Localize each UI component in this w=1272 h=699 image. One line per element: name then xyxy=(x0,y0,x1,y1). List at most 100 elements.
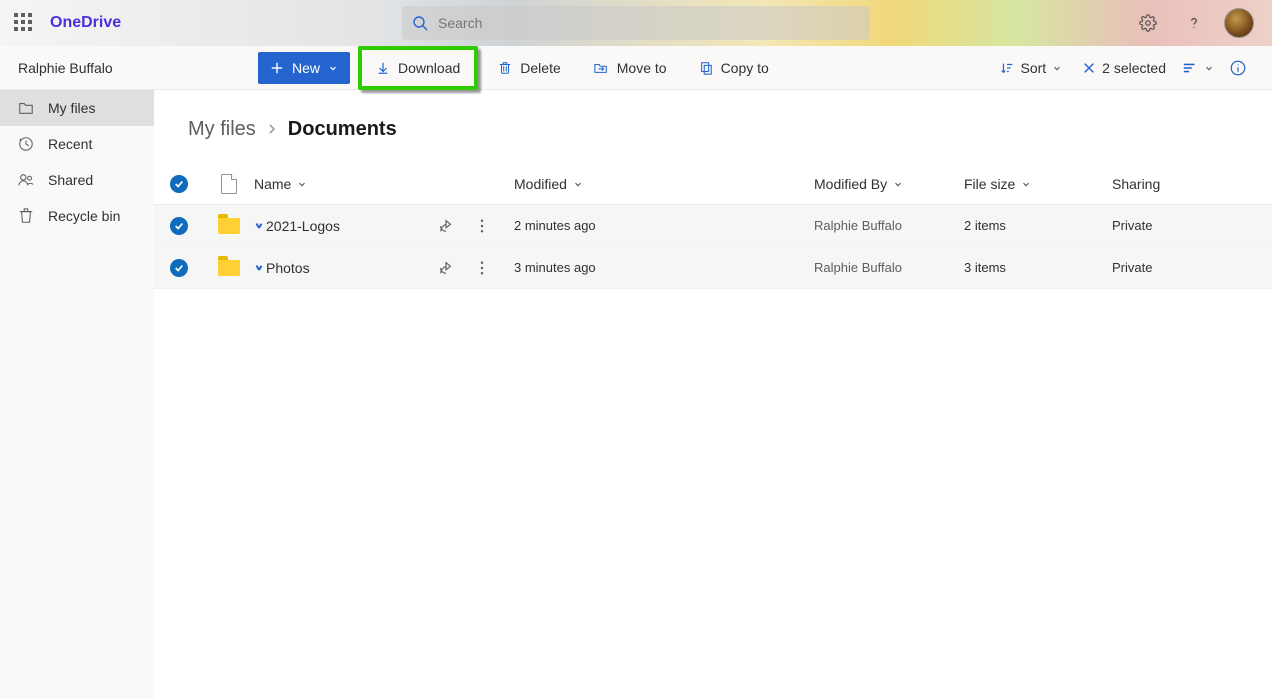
search-box[interactable] xyxy=(402,6,870,40)
copy-button[interactable]: Copy to xyxy=(687,52,781,84)
table-row[interactable]: 2021-Logos 2 minutes ago Ralphie Buffalo… xyxy=(154,205,1272,247)
row-checkbox[interactable] xyxy=(170,259,188,277)
avatar[interactable] xyxy=(1224,8,1254,38)
list-view-icon xyxy=(1182,61,1198,75)
column-header-sharing[interactable]: Sharing xyxy=(1112,176,1262,192)
kebab-icon xyxy=(480,219,484,233)
item-name[interactable]: Photos xyxy=(266,260,310,276)
new-button-label: New xyxy=(292,60,320,76)
help-button[interactable] xyxy=(1178,7,1210,39)
breadcrumb: My files Documents xyxy=(154,118,1272,163)
item-modified: 3 minutes ago xyxy=(514,260,814,275)
sidebar-item-label: Recycle bin xyxy=(48,208,120,224)
item-modified-by: Ralphie Buffalo xyxy=(814,218,964,233)
delete-button-label: Delete xyxy=(520,60,560,76)
download-button-label: Download xyxy=(398,60,460,76)
settings-button[interactable] xyxy=(1132,7,1164,39)
sort-icon xyxy=(1000,61,1014,75)
chevron-down-icon xyxy=(573,179,583,189)
chevron-down-icon xyxy=(1052,63,1062,73)
main-content: My files Documents Name Modified xyxy=(154,90,1272,699)
share-icon xyxy=(438,218,454,234)
info-icon xyxy=(1229,59,1247,77)
table-row[interactable]: Photos 3 minutes ago Ralphie Buffalo 3 i… xyxy=(154,247,1272,289)
breadcrumb-parent[interactable]: My files xyxy=(188,118,256,141)
breadcrumb-separator-icon xyxy=(266,118,278,141)
sync-status-icon xyxy=(254,221,264,231)
item-modified: 2 minutes ago xyxy=(514,218,814,233)
share-item-button[interactable] xyxy=(432,212,460,240)
item-name[interactable]: 2021-Logos xyxy=(266,218,340,234)
item-modified-by: Ralphie Buffalo xyxy=(814,260,964,275)
download-icon xyxy=(376,61,390,75)
column-header-name[interactable]: Name xyxy=(254,176,514,192)
more-actions-button[interactable] xyxy=(468,212,496,240)
copy-icon xyxy=(699,61,713,75)
checkmark-icon xyxy=(174,179,184,189)
help-icon xyxy=(1185,14,1203,32)
selection-count-label: 2 selected xyxy=(1102,60,1166,76)
trash-icon xyxy=(498,61,512,75)
column-header-modified-by[interactable]: Modified By xyxy=(814,176,964,192)
command-bar: Ralphie Buffalo New Download Delete Move… xyxy=(0,46,1272,90)
brand-title[interactable]: OneDrive xyxy=(50,14,121,32)
sort-button-label: Sort xyxy=(1020,60,1046,76)
folder-icon xyxy=(218,260,240,276)
chevron-down-icon xyxy=(893,179,903,189)
checkmark-icon xyxy=(174,221,184,231)
details-pane-button[interactable] xyxy=(1222,52,1254,84)
item-size: 2 items xyxy=(964,218,1112,233)
select-all-checkbox[interactable] xyxy=(170,175,188,193)
sidebar-item-label: Recent xyxy=(48,136,92,152)
move-button[interactable]: Move to xyxy=(581,52,679,84)
chevron-down-icon xyxy=(297,179,307,189)
share-item-button[interactable] xyxy=(432,254,460,282)
file-type-column-icon xyxy=(221,174,237,194)
sidebar-item-recent[interactable]: Recent xyxy=(0,126,154,162)
delete-button[interactable]: Delete xyxy=(486,52,572,84)
tutorial-highlight: Download xyxy=(358,46,478,90)
clock-icon xyxy=(18,136,34,152)
sidebar-item-shared[interactable]: Shared xyxy=(0,162,154,198)
view-options-button[interactable] xyxy=(1178,52,1218,84)
folder-icon xyxy=(18,100,34,116)
clear-selection-icon xyxy=(1082,61,1096,75)
chevron-down-icon xyxy=(1204,63,1214,73)
trash-icon xyxy=(18,208,34,224)
download-button[interactable]: Download xyxy=(364,52,472,84)
chevron-down-icon xyxy=(1021,179,1031,189)
sidebar-item-my-files[interactable]: My files xyxy=(0,90,154,126)
table-header: Name Modified Modified By File size Shar… xyxy=(154,163,1272,205)
row-checkbox[interactable] xyxy=(170,217,188,235)
sort-button[interactable]: Sort xyxy=(992,52,1070,84)
breadcrumb-current: Documents xyxy=(288,118,397,141)
column-header-modified[interactable]: Modified xyxy=(514,176,814,192)
sync-status-icon xyxy=(254,263,264,273)
sidebar-item-recycle[interactable]: Recycle bin xyxy=(0,198,154,234)
people-icon xyxy=(18,172,34,188)
app-launcher-icon[interactable] xyxy=(14,13,34,33)
item-sharing: Private xyxy=(1112,218,1262,233)
item-size: 3 items xyxy=(964,260,1112,275)
search-input[interactable] xyxy=(438,15,860,31)
chevron-down-icon xyxy=(328,63,338,73)
kebab-icon xyxy=(480,261,484,275)
folder-icon xyxy=(218,218,240,234)
sidebar-item-label: My files xyxy=(48,100,95,116)
plus-icon xyxy=(270,61,284,75)
gear-icon xyxy=(1139,14,1157,32)
column-header-size[interactable]: File size xyxy=(964,176,1112,192)
sidebar: My files Recent Shared Recycle bin xyxy=(0,90,154,699)
checkmark-icon xyxy=(174,263,184,273)
share-icon xyxy=(438,260,454,276)
item-sharing: Private xyxy=(1112,260,1262,275)
account-name: Ralphie Buffalo xyxy=(0,46,228,89)
selection-count-button[interactable]: 2 selected xyxy=(1074,52,1174,84)
move-icon xyxy=(593,61,609,75)
new-button[interactable]: New xyxy=(258,52,350,84)
more-actions-button[interactable] xyxy=(468,254,496,282)
sidebar-item-label: Shared xyxy=(48,172,93,188)
app-header: OneDrive xyxy=(0,0,1272,46)
copy-button-label: Copy to xyxy=(721,60,769,76)
search-icon xyxy=(412,15,428,31)
